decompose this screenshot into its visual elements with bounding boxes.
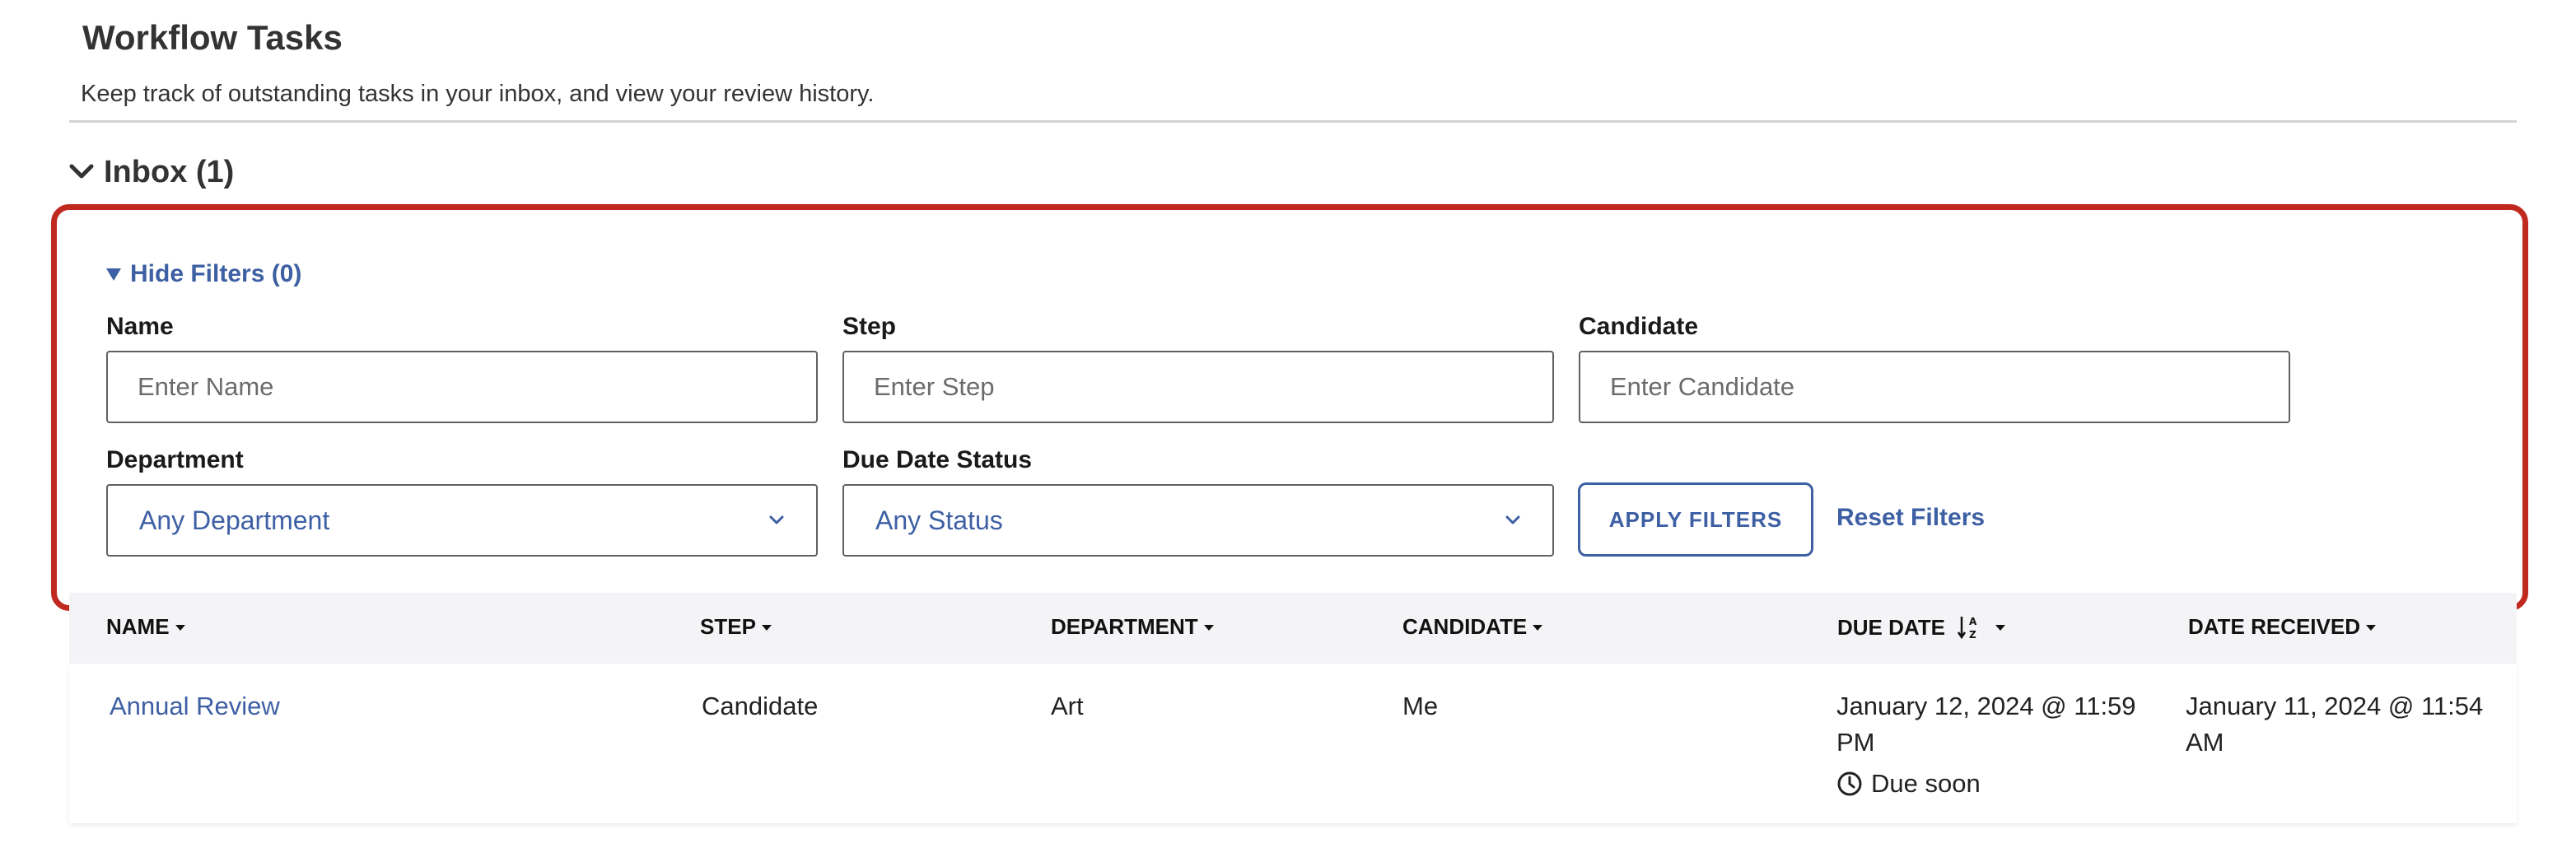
caret-down-icon (2366, 624, 2376, 631)
inbox-heading: Inbox (1) (104, 154, 235, 189)
chevron-down-icon (69, 164, 94, 180)
task-step: Candidate (702, 692, 819, 720)
task-candidate: Me (1402, 692, 1439, 720)
column-header-date-received[interactable]: DATE RECEIVED (2188, 614, 2377, 640)
table-header: NAME STEP DEPARTMENT CANDIDATE DUE DATE … (69, 593, 2517, 664)
svg-text:Z: Z (1969, 629, 1976, 641)
sort-ascending-icon: A Z (1957, 616, 1977, 641)
column-header-candidate[interactable]: CANDIDATE (1402, 614, 1543, 640)
column-header-step[interactable]: STEP (700, 614, 772, 640)
caret-down-icon (175, 624, 185, 631)
task-name-link[interactable]: Annual Review (110, 688, 280, 725)
caret-down-icon (761, 624, 772, 631)
due-status-text: Due soon (1871, 769, 1981, 798)
column-header-department-label: DEPARTMENT (1051, 614, 1198, 639)
highlight-annotation-box (51, 204, 2528, 611)
caret-down-icon (1995, 625, 2005, 631)
task-due-date-cell: January 12, 2024 @ 11:59 PM Due soon (1836, 688, 2166, 802)
page-subtitle: Keep track of outstanding tasks in your … (81, 81, 875, 107)
title-divider (69, 120, 2517, 123)
column-header-department[interactable]: DEPARTMENT (1051, 614, 1215, 640)
column-header-due-date[interactable]: DUE DATE A Z (1837, 614, 2006, 641)
column-header-name[interactable]: NAME (106, 614, 186, 640)
column-header-candidate-label: CANDIDATE (1402, 614, 1528, 639)
caret-down-icon (1203, 624, 1214, 631)
table-row: Annual Review Candidate Art Me January 1… (69, 664, 2517, 823)
task-due-date: January 12, 2024 @ 11:59 PM (1836, 692, 2136, 757)
column-header-due-date-label: DUE DATE (1837, 614, 1945, 640)
column-header-step-label: STEP (700, 614, 756, 639)
column-header-date-received-label: DATE RECEIVED (2188, 614, 2360, 639)
column-header-name-label: NAME (106, 614, 170, 639)
clock-icon (1837, 771, 1862, 796)
inbox-section-toggle[interactable]: Inbox (1) (69, 151, 234, 193)
due-soon-indicator: Due soon (1836, 766, 2166, 802)
page-title: Workflow Tasks (82, 18, 343, 57)
task-date-received: January 11, 2024 @ 11:54 AM (2186, 692, 2484, 757)
task-department: Art (1051, 692, 1084, 720)
caret-down-icon (1533, 624, 1543, 631)
svg-text:A: A (1969, 616, 1977, 627)
